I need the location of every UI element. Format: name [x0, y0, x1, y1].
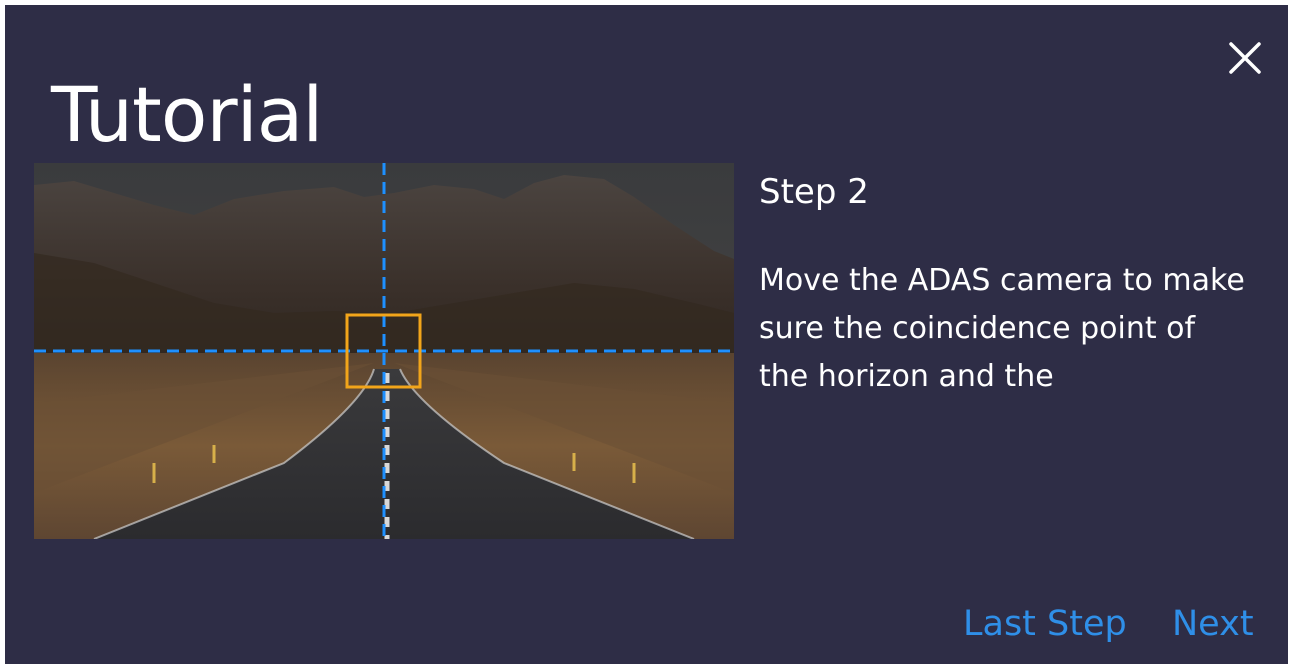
close-button[interactable] — [1223, 36, 1267, 80]
step-description: Move the ADAS camera to make sure the co… — [759, 263, 1245, 394]
close-icon — [1229, 42, 1261, 74]
last-step-button[interactable]: Last Step — [963, 602, 1127, 646]
road-landscape-image — [34, 163, 734, 539]
camera-alignment-illustration — [34, 163, 734, 539]
dialog-title: Tutorial — [51, 70, 323, 159]
tutorial-dialog: Tutorial Step 2 Move the ADAS camera to … — [5, 5, 1288, 664]
next-button[interactable]: Next — [1172, 602, 1254, 646]
step-title: Step 2 — [759, 172, 869, 212]
